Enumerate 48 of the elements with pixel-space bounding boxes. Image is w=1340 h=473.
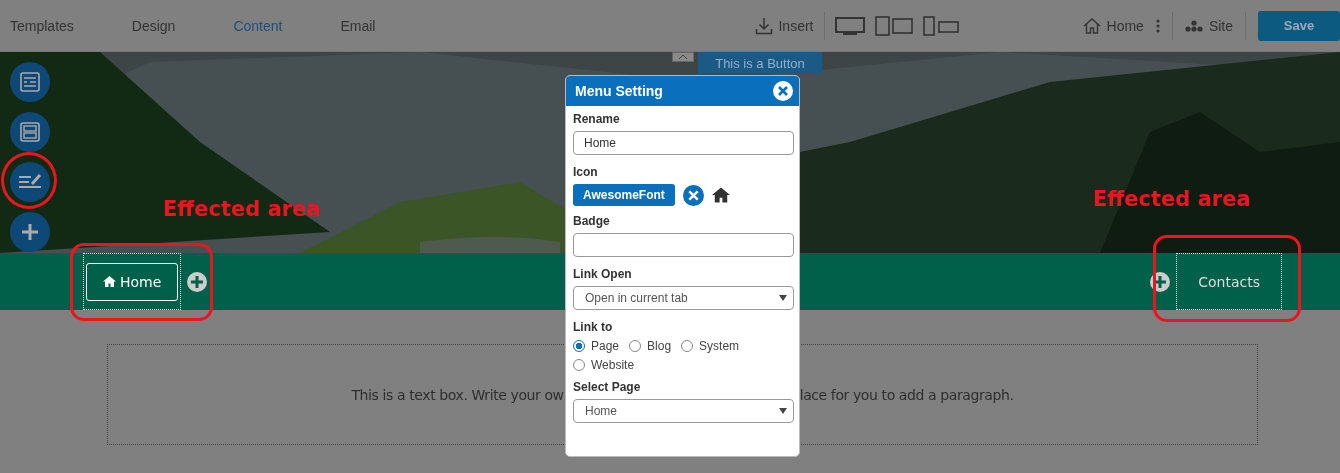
nav-item[interactable]: Home <box>86 262 179 301</box>
text-box-text: lace for you to add a paragraph. <box>799 386 1014 403</box>
phone-icon[interactable] <box>922 15 961 36</box>
tablet-icon[interactable] <box>874 15 913 36</box>
field-label: Link to <box>573 320 613 334</box>
close-icon[interactable] <box>773 81 793 101</box>
hero-button[interactable]: This is a Button <box>698 52 822 74</box>
site-menu[interactable]: Site <box>1184 17 1233 34</box>
dialog-title: Menu Setting <box>575 83 663 99</box>
desktop-icon[interactable] <box>834 16 865 35</box>
nav-tab[interactable]: Design <box>131 17 176 34</box>
nav-tab[interactable]: Email <box>340 17 376 34</box>
radio-option[interactable]: System <box>681 339 740 353</box>
nav-tab[interactable]: Templates <box>10 17 74 34</box>
home-icon <box>1082 17 1101 34</box>
annotation-label: Effected area <box>163 197 321 221</box>
layout-icon <box>20 122 40 142</box>
more-icon[interactable] <box>1155 18 1160 33</box>
radio-option[interactable]: Page <box>573 339 620 353</box>
home-icon <box>711 187 730 203</box>
icon-picker-button[interactable]: AwesomeFont <box>573 184 675 206</box>
radio-option[interactable]: Blog <box>629 339 672 353</box>
page-dropdown[interactable]: Home <box>573 399 794 423</box>
insert-button[interactable]: Insert <box>755 16 814 35</box>
highlight-circle <box>1 152 57 209</box>
download-icon <box>755 16 774 35</box>
add-icon[interactable] <box>187 271 208 292</box>
field-label: Rename <box>573 112 620 126</box>
clear-icon[interactable] <box>682 184 704 206</box>
radio-option[interactable]: Website <box>573 358 635 372</box>
dots-icon <box>1184 19 1203 32</box>
form-icon <box>20 72 40 92</box>
add-icon[interactable] <box>1150 271 1171 292</box>
save-button[interactable]: Save <box>1258 10 1340 41</box>
plus-icon <box>20 222 40 242</box>
field-label: Icon <box>573 165 598 179</box>
annotation-label: Effected area <box>1093 187 1251 211</box>
caret-icon <box>779 408 787 414</box>
link-open-dropdown[interactable]: Open in current tab <box>573 286 794 310</box>
caret-icon[interactable] <box>672 52 694 62</box>
field-label: Select Page <box>573 380 641 394</box>
caret-icon <box>779 295 787 301</box>
badge-field[interactable] <box>573 233 794 257</box>
rename-field[interactable]: Home <box>573 131 794 155</box>
field-label: Link Open <box>573 267 632 281</box>
text-box-text: This is a text box. Write your ow <box>351 386 564 403</box>
field-label: Badge <box>573 214 610 228</box>
page-menu[interactable]: Home <box>1082 17 1144 34</box>
